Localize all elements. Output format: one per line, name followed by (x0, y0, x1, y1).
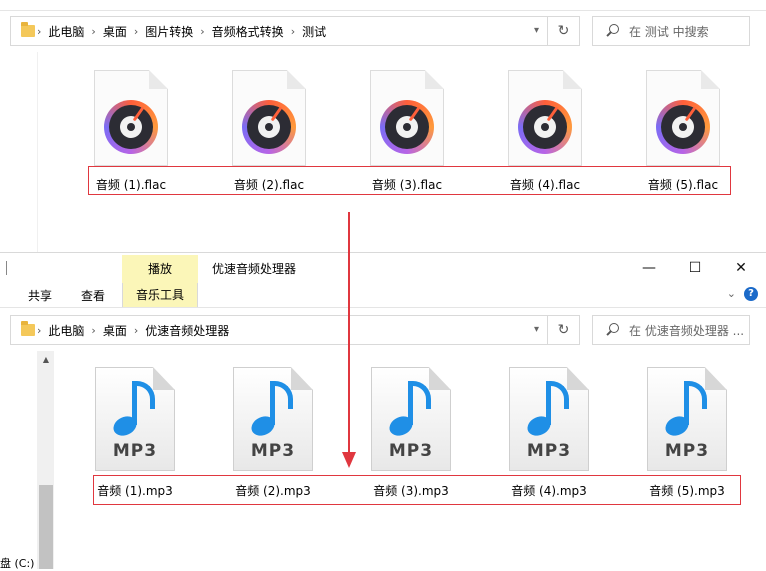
title-bar[interactable]: 播放 优速音频处理器 — ☐ ✕ (0, 253, 766, 283)
mp3-label: MP3 (112, 441, 158, 461)
highlight-box (88, 166, 731, 195)
folder-icon (21, 321, 35, 336)
mp3-label: MP3 (250, 441, 296, 461)
music-note-icon (386, 379, 435, 440)
music-disc-icon (656, 100, 710, 154)
music-disc-icon (518, 100, 572, 154)
flac-file-icon (646, 70, 720, 166)
music-note-icon (662, 379, 711, 440)
music-disc-icon (242, 100, 296, 154)
flac-file-icon (370, 70, 444, 166)
search-icon (605, 322, 621, 338)
navigation-pane[interactable] (0, 52, 38, 252)
ribbon-tabs: 共享 查看 音乐工具 ⌄ ? (0, 283, 766, 307)
flac-file-icon (508, 70, 582, 166)
flac-file-icon (232, 70, 306, 166)
search-input[interactable]: 在 优速音频处理器 ... (629, 322, 744, 339)
window-title: 优速音频处理器 (212, 262, 297, 276)
scrollbar-thumb[interactable] (39, 485, 53, 569)
highlight-box (93, 475, 741, 505)
mp3-file-icon: MP3 (647, 367, 727, 471)
nav-scrollbar[interactable]: ▲ (38, 351, 54, 569)
breadcrumb-item[interactable]: 此电脑 (41, 23, 91, 40)
top-explorer-window: › 此电脑 › 桌面 › 图片转换 › 音频格式转换 › 测试 ▾ ↻ 在 测试 中搜索 音频 (… (0, 0, 766, 252)
breadcrumb-item[interactable]: 优速音频处理器 (138, 322, 236, 339)
mp3-file-icon: MP3 (509, 367, 589, 471)
breadcrumb-item[interactable]: 桌面 (96, 23, 134, 40)
bottom-explorer-window: 播放 优速音频处理器 — ☐ ✕ 共享 查看 音乐工具 ⌄ ? › 此电脑 › 桌面 ›… (0, 252, 766, 571)
search-box[interactable]: 在 优速音频处理器 ... (592, 315, 750, 345)
nav-item-c-drive[interactable]: 盘 (C:) (0, 555, 34, 571)
ribbon-divider (0, 10, 766, 11)
scroll-up-icon[interactable]: ▲ (38, 351, 54, 367)
breadcrumb: › 此电脑 › 桌面 › 优速音频处理器 (37, 322, 236, 339)
address-bar[interactable]: › 此电脑 › 桌面 › 图片转换 › 音频格式转换 › 测试 ▾ ↻ (10, 16, 580, 46)
music-note-icon (110, 379, 159, 440)
arrow-down-icon (342, 452, 356, 468)
breadcrumb-item[interactable]: 音频格式转换 (205, 23, 291, 40)
breadcrumb-item[interactable]: 桌面 (96, 322, 134, 339)
minimize-button[interactable]: — (626, 253, 672, 283)
breadcrumb: › 此电脑 › 桌面 › 图片转换 › 音频格式转换 › 测试 (37, 23, 333, 40)
music-note-icon (524, 379, 573, 440)
folder-icon (21, 22, 35, 37)
quick-access-divider (6, 261, 7, 275)
arrow-shaft (348, 212, 350, 457)
breadcrumb-item[interactable]: 测试 (295, 23, 333, 40)
mp3-file-icon: MP3 (371, 367, 451, 471)
mp3-label: MP3 (664, 441, 710, 461)
search-input[interactable]: 在 测试 中搜索 (629, 23, 709, 40)
music-note-icon (248, 379, 297, 440)
contextual-tab-play[interactable]: 播放 (122, 255, 198, 283)
chevron-down-icon[interactable]: ⌄ (727, 287, 736, 300)
mp3-file-icon: MP3 (233, 367, 313, 471)
tab-view[interactable]: 查看 (81, 287, 105, 304)
breadcrumb-item[interactable]: 此电脑 (41, 322, 91, 339)
search-icon (605, 23, 621, 39)
navigation-pane[interactable] (0, 351, 38, 569)
address-bar[interactable]: › 此电脑 › 桌面 › 优速音频处理器 ▾ ↻ (10, 315, 580, 345)
chevron-down-icon[interactable]: ▾ (534, 25, 539, 36)
mp3-file-icon: MP3 (95, 367, 175, 471)
tab-share[interactable]: 共享 (28, 287, 52, 304)
refresh-icon[interactable]: ↻ (547, 316, 579, 344)
tab-music-tools[interactable]: 音乐工具 (122, 283, 198, 307)
search-box[interactable]: 在 测试 中搜索 (592, 16, 750, 46)
breadcrumb-item[interactable]: 图片转换 (138, 23, 200, 40)
ribbon-divider (0, 307, 766, 308)
mp3-label: MP3 (388, 441, 434, 461)
refresh-icon[interactable]: ↻ (547, 17, 579, 45)
help-icon[interactable]: ? (744, 287, 758, 301)
mp3-label: MP3 (526, 441, 572, 461)
flac-file-icon (94, 70, 168, 166)
chevron-down-icon[interactable]: ▾ (534, 324, 539, 335)
music-disc-icon (104, 100, 158, 154)
music-disc-icon (380, 100, 434, 154)
maximize-button[interactable]: ☐ (672, 253, 718, 283)
close-button[interactable]: ✕ (718, 253, 764, 283)
